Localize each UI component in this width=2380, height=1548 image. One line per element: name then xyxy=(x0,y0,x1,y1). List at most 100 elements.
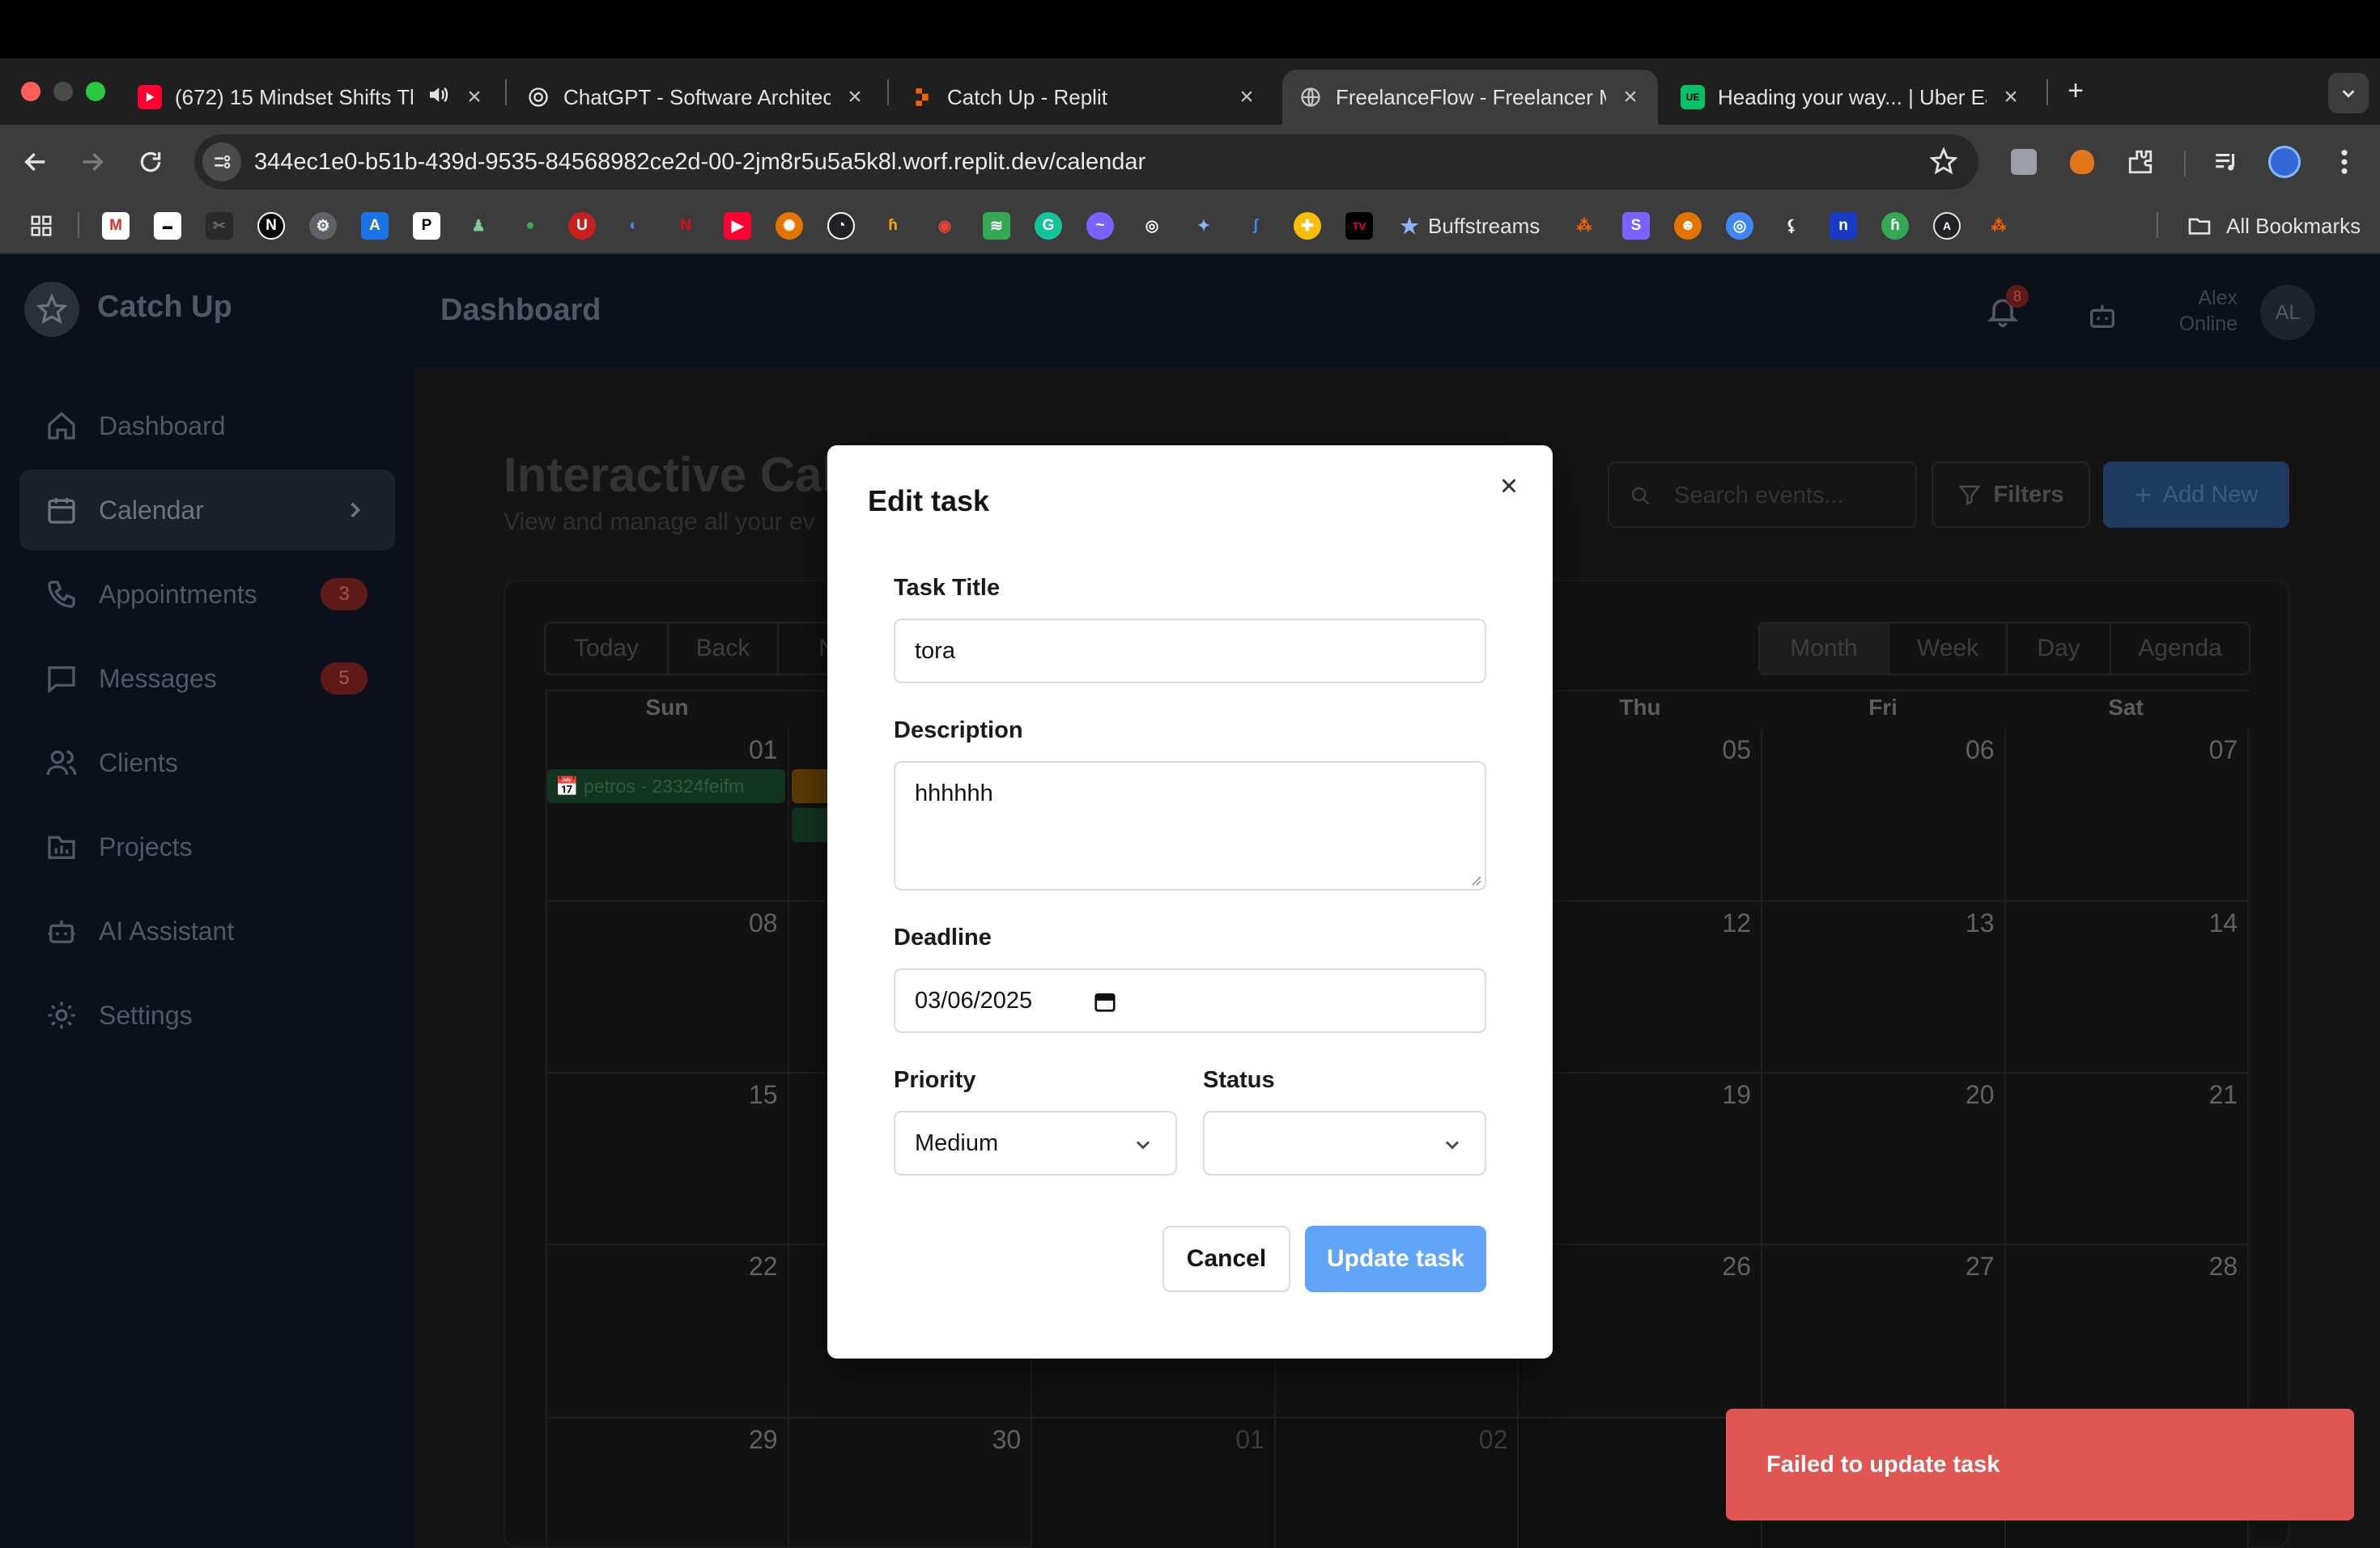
plus-icon: + xyxy=(2068,74,2084,106)
star-bookmark-icon[interactable]: ★ xyxy=(1396,212,1423,240)
gemini-icon[interactable]: ✦ xyxy=(1190,212,1218,240)
priority-select[interactable]: Medium xyxy=(894,1111,1177,1176)
description-label: Description xyxy=(894,717,1023,743)
chevron-down-icon xyxy=(1137,1141,1150,1150)
tab-separator xyxy=(505,79,507,105)
extension-icon[interactable] xyxy=(2004,142,2043,181)
update-task-button[interactable]: Update task xyxy=(1305,1226,1486,1292)
bookmark-icon[interactable]: ▬ xyxy=(154,212,181,240)
resize-handle-icon[interactable] xyxy=(1468,873,1481,886)
bookmark-icon[interactable]: A xyxy=(361,212,389,240)
browser-tab-active[interactable]: FreelanceFlow - Freelancer M × xyxy=(1282,70,1658,125)
close-tab-icon[interactable]: × xyxy=(844,83,866,111)
tab-separator xyxy=(887,79,889,105)
bookmark-icon[interactable]: ɦ xyxy=(879,212,907,240)
tab-title: (672) 15 Mindset Shifts Tha xyxy=(175,84,413,109)
browser-tab[interactable]: UE Heading your way... | Uber Ea × xyxy=(1664,70,2038,125)
folder-icon xyxy=(2186,212,2213,240)
tab-search-button[interactable] xyxy=(2328,73,2369,113)
bookmark-icon[interactable]: n xyxy=(1830,212,1857,240)
bookmark-icon[interactable]: P xyxy=(413,212,440,240)
close-tab-icon[interactable]: × xyxy=(2000,83,2022,111)
speaker-icon[interactable] xyxy=(426,83,450,113)
bookmark-icon[interactable]: ◐ xyxy=(620,212,648,240)
bookmark-icon[interactable]: ✺ xyxy=(776,212,803,240)
all-bookmarks[interactable]: All Bookmarks xyxy=(2226,214,2361,239)
bookmark-icon[interactable]: ◉ xyxy=(931,212,958,240)
bookmark-icon[interactable]: ♟ xyxy=(465,212,492,240)
bookmarks-separator xyxy=(78,212,79,238)
browser-tab[interactable]: ChatGPT - Software Architect × xyxy=(510,70,882,125)
calendar-picker-icon[interactable] xyxy=(1093,989,1117,1014)
youtube-bookmark-icon[interactable]: ▶ xyxy=(724,212,751,240)
back-button[interactable] xyxy=(16,142,55,181)
bookmark-icon[interactable]: S xyxy=(1622,212,1650,240)
close-icon[interactable] xyxy=(1493,470,1525,502)
profile-avatar-icon[interactable] xyxy=(2265,142,2304,181)
more-menu-icon[interactable] xyxy=(2325,142,2364,181)
chevron-down-icon xyxy=(1446,1141,1459,1150)
task-title-input[interactable]: tora xyxy=(894,619,1486,683)
maximize-window-button[interactable] xyxy=(86,82,105,101)
settings-bookmark-icon[interactable]: ⚙ xyxy=(309,212,337,240)
close-tab-icon[interactable]: × xyxy=(463,83,486,111)
description-textarea[interactable]: hhhhhh xyxy=(894,761,1486,891)
toast-message: Failed to update task xyxy=(1766,1451,2000,1478)
bookmark-icon[interactable]: ɦ xyxy=(1881,212,1909,240)
bookmark-icon[interactable]: ◔ xyxy=(827,212,855,240)
bookmark-icon[interactable]: ☻ xyxy=(1674,212,1702,240)
new-tab-button[interactable]: + xyxy=(2056,71,2095,110)
reload-icon xyxy=(140,151,161,172)
apps-grid-icon[interactable] xyxy=(28,212,55,240)
forward-button[interactable] xyxy=(73,142,112,181)
url-text: 344ec1e0-b51b-439d-9535-84568982ce2d-00-… xyxy=(254,148,1146,175)
bookmark-icon[interactable]: ⚸ xyxy=(1778,212,1805,240)
bookmark-icon[interactable]: ✚ xyxy=(1294,212,1321,240)
error-toast[interactable]: Failed to update task xyxy=(1726,1409,2354,1520)
replit-icon xyxy=(910,85,934,109)
chatgpt-bookmark-icon[interactable]: ◎ xyxy=(1138,212,1166,240)
bookmark-icon[interactable]: A xyxy=(1933,212,1961,240)
netflix-icon[interactable]: N xyxy=(672,212,699,240)
metamask-icon[interactable] xyxy=(2063,142,2102,181)
address-bar[interactable]: 344ec1e0-b51b-439d-9535-84568982ce2d-00-… xyxy=(194,134,1978,189)
chevron-down-icon xyxy=(2342,90,2355,98)
reload-button[interactable] xyxy=(131,142,170,181)
tv-icon[interactable]: TV xyxy=(1345,212,1373,240)
close-window-button[interactable] xyxy=(21,82,40,101)
bookmark-icon[interactable]: ʃ xyxy=(1242,212,1269,240)
media-control-icon[interactable] xyxy=(2207,142,2246,181)
youtube-icon xyxy=(138,85,162,109)
browser-tab[interactable]: (672) 15 Mindset Shifts Tha × xyxy=(121,70,502,125)
browser-tab[interactable]: Catch Up - Replit × xyxy=(894,70,1274,125)
modal-title: Edit task xyxy=(868,484,990,517)
bookmark-icon[interactable]: ✂ xyxy=(206,212,233,240)
bookmark-icon[interactable]: ◎ xyxy=(1726,212,1753,240)
close-tab-icon[interactable]: × xyxy=(1619,83,1642,111)
tab-title: ChatGPT - Software Architect xyxy=(563,84,831,109)
puzzle-icon[interactable] xyxy=(2121,142,2160,181)
close-tab-icon[interactable]: × xyxy=(1235,83,1258,111)
task-title-label: Task Title xyxy=(894,575,1001,601)
bookmark-icon[interactable]: ≋ xyxy=(983,212,1010,240)
site-info-icon[interactable] xyxy=(202,142,241,181)
bookmark-icon[interactable]: U xyxy=(568,212,596,240)
notion-icon[interactable]: N xyxy=(257,212,285,240)
cancel-button[interactable]: Cancel xyxy=(1162,1226,1290,1292)
replit-bookmark-icon[interactable]: ⁂ xyxy=(1570,212,1598,240)
status-select[interactable] xyxy=(1203,1111,1486,1176)
status-label: Status xyxy=(1203,1067,1275,1093)
messenger-icon[interactable]: ~ xyxy=(1086,212,1114,240)
priority-value: Medium xyxy=(915,1129,999,1156)
deadline-date-input[interactable]: 03/06/2025 xyxy=(894,968,1486,1033)
star-icon[interactable] xyxy=(1929,147,1958,179)
maps-icon[interactable]: ● xyxy=(516,212,544,240)
gmail-icon[interactable]: M xyxy=(102,212,130,240)
minimize-window-button[interactable] xyxy=(53,82,73,101)
grammarly-icon[interactable]: G xyxy=(1035,212,1062,240)
tab-title: Catch Up - Replit xyxy=(947,84,1107,109)
replit-bookmark-icon[interactable]: ⁂ xyxy=(1985,212,2012,240)
bookmarks-separator xyxy=(2157,212,2158,238)
bookmark-buffstreams[interactable]: Buffstreams xyxy=(1428,214,1540,239)
deadline-value: 03/06/2025 xyxy=(915,987,1033,1014)
